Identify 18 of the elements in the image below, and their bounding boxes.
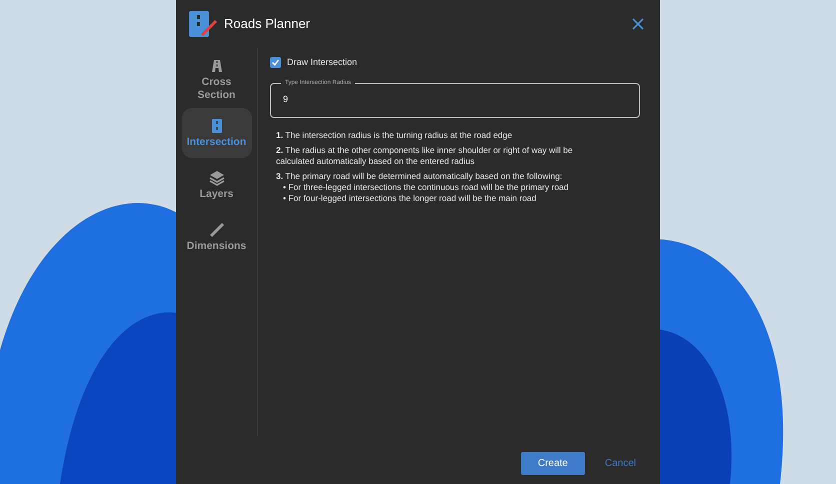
cancel-button[interactable]: Cancel	[604, 456, 636, 471]
note-text: 2. The radius at the other components like inner shoulder or right of way will be calculated automatically based on the entered radius	[276, 144, 574, 166]
note-text: 1. The intersection radius is the turning radius at the road edge	[276, 130, 514, 140]
sidebar-tab[interactable]: Cross Section	[182, 54, 252, 106]
sidebar-tab[interactable]: Intersection	[182, 108, 252, 158]
checkbox-label: Draw Intersection	[287, 56, 358, 69]
note-text: 3. The primary road will be determined automatically based on the following:	[276, 170, 564, 182]
note-bullet: • For four-legged intersections the longer road will be the main road	[282, 192, 538, 204]
dimensions-icon	[208, 222, 224, 238]
note-bullet: • For three-legged intersections the continuous road will be the primary road	[282, 182, 570, 192]
create-button[interactable]: Create	[520, 452, 585, 475]
sidebar-tab[interactable]: Layers	[182, 160, 252, 210]
close-icon[interactable]	[632, 18, 644, 30]
sidebar-tab[interactable]: Dimensions	[182, 212, 252, 262]
app-logo-icon	[188, 9, 218, 39]
layers-icon	[208, 170, 224, 186]
checkbox[interactable]	[270, 57, 281, 68]
window-title: Roads Planner	[224, 15, 310, 34]
